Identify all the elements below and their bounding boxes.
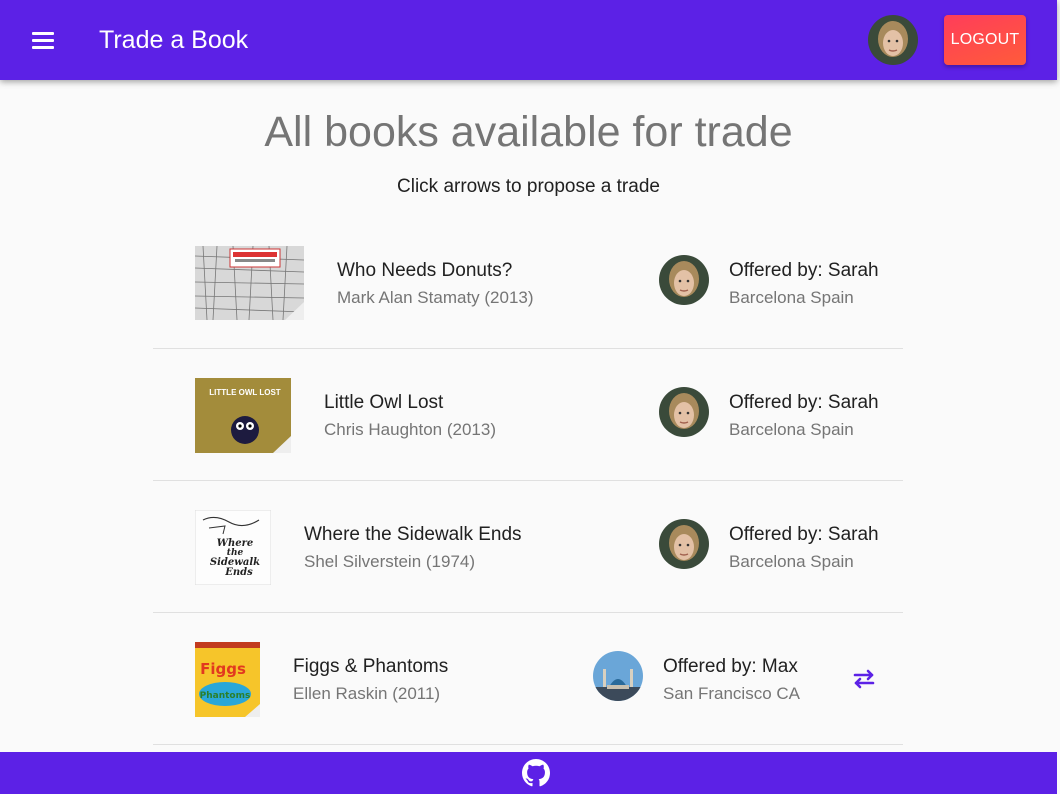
owner-location: Barcelona Spain <box>729 420 854 439</box>
page-title: All books available for trade <box>264 108 793 156</box>
github-icon[interactable] <box>522 759 550 787</box>
book-row: LITTLE OWL LOST Little Owl Lost Chris Ha… <box>153 349 903 481</box>
book-title: Little Owl Lost <box>324 392 444 413</box>
cover-text: Figgs <box>200 660 246 678</box>
book-cover-where-the-sidewalk-ends: Where the Sidewalk Ends <box>195 510 271 585</box>
book-author: Chris Haughton (2013) <box>324 420 496 439</box>
logout-button[interactable]: LOGOUT <box>944 15 1026 65</box>
owner-avatar <box>593 651 643 701</box>
offered-by: Offered by: Sarah <box>729 260 879 281</box>
book-cover-little-owl-lost: LITTLE OWL LOST <box>195 378 291 453</box>
book-row: Who Needs Donuts? Mark Alan Stamaty (201… <box>153 217 903 349</box>
menu-icon[interactable] <box>22 22 66 58</box>
offered-by: Offered by: Sarah <box>729 392 879 413</box>
owner-location: Barcelona Spain <box>729 552 854 571</box>
book-author: Ellen Raskin (2011) <box>293 684 441 703</box>
book-row: Figgs Phantoms Figgs & Phantoms Ellen Ra… <box>153 613 903 745</box>
book-list: Who Needs Donuts? Mark Alan Stamaty (201… <box>153 217 903 745</box>
owner-avatar <box>659 387 709 437</box>
book-author: Shel Silverstein (1974) <box>304 552 476 571</box>
book-title: Who Needs Donuts? <box>337 260 513 281</box>
owner-avatar <box>659 255 709 305</box>
book-cover-figgs-and-phantoms: Figgs Phantoms <box>195 642 260 717</box>
offered-by: Offered by: Max <box>663 656 798 677</box>
owner-location: San Francisco CA <box>663 684 800 703</box>
page-subtitle: Click arrows to propose a trade <box>397 176 660 197</box>
app-bar: Trade a Book LOGOUT <box>0 0 1057 80</box>
cover-text: Phantoms <box>200 691 251 701</box>
book-title: Where the Sidewalk Ends <box>304 524 522 545</box>
swap-arrows-icon[interactable] <box>846 661 882 697</box>
book-row: Where the Sidewalk Ends Where the Sidewa… <box>153 481 903 613</box>
cover-text: LITTLE OWL LOST <box>209 388 281 397</box>
user-avatar[interactable] <box>868 15 918 65</box>
book-title: Figgs & Phantoms <box>293 656 449 677</box>
owner-location: Barcelona Spain <box>729 288 854 307</box>
footer <box>0 752 1057 794</box>
owner-avatar <box>659 519 709 569</box>
cover-text: Ends <box>224 567 253 578</box>
book-cover-who-needs-donuts <box>195 246 304 320</box>
book-author: Mark Alan Stamaty (2013) <box>337 288 534 307</box>
offered-by: Offered by: Sarah <box>729 524 879 545</box>
app-title: Trade a Book <box>99 26 249 54</box>
